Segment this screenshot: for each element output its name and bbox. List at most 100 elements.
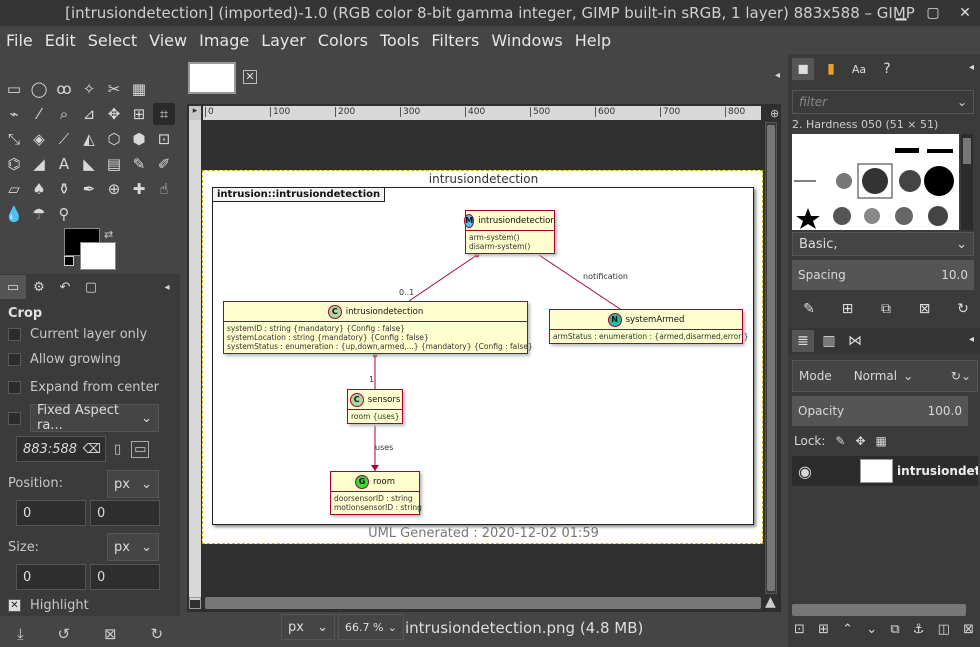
images-tab-icon[interactable]: ▢ (78, 275, 104, 299)
zoom-toggle-icon[interactable]: ⊕ (770, 107, 779, 120)
unified-transform-icon[interactable]: ⤡ (3, 128, 25, 150)
align-icon[interactable]: ⊞ (128, 103, 150, 125)
menu-file[interactable]: File (6, 31, 33, 50)
brush-grid[interactable] (792, 134, 959, 230)
image-tab-thumbnail[interactable] (188, 62, 236, 94)
free-select-icon[interactable]: ⌬ (3, 153, 25, 175)
menu-view[interactable]: View (149, 31, 187, 50)
duplicate-brush-icon[interactable]: ⧉ (875, 298, 897, 320)
flip-icon[interactable]: ◭ (78, 128, 100, 150)
position-x-input[interactable]: 0 (16, 500, 86, 526)
channels-tab-icon[interactable]: ▥ (818, 330, 840, 352)
paths-tab-icon[interactable]: ⋈ (844, 330, 866, 352)
quick-mask-icon[interactable] (189, 597, 201, 609)
allow-growing-option[interactable]: Allow growing (8, 352, 121, 367)
menu-windows[interactable]: Windows (491, 31, 562, 50)
dock-menu-icon[interactable]: ◂ (969, 62, 974, 73)
close-icon[interactable]: ✕ (956, 4, 974, 22)
lower-layer-icon[interactable]: ⌄ (866, 622, 877, 637)
mypaint-icon[interactable]: ✒ (78, 178, 100, 200)
delete-layer-icon[interactable]: ⊠ (963, 622, 974, 637)
refresh-brushes-icon[interactable]: ↻ (952, 298, 974, 320)
brushes-tab-icon[interactable]: ◼ (792, 58, 814, 80)
menu-image[interactable]: Image (199, 31, 249, 50)
dodge-burn-icon[interactable]: ⚲ (53, 203, 75, 225)
reset-colors-icon[interactable] (64, 256, 74, 266)
menu-colors[interactable]: Colors (318, 31, 368, 50)
lock-position-icon[interactable]: ✥ (855, 434, 865, 448)
dock-menu-icon[interactable]: ◂ (775, 70, 780, 81)
chevron-down-icon[interactable]: ⌄ (903, 369, 913, 383)
perspective-icon[interactable]: ⬢ (128, 128, 150, 150)
expand-from-center-option[interactable]: Expand from center (8, 380, 159, 395)
lasso-icon[interactable]: ꝏ (53, 78, 75, 100)
lock-alpha-icon[interactable]: ▦ (876, 434, 887, 448)
measure-icon[interactable]: ⊿ (78, 103, 100, 125)
scrollbar-thumb[interactable] (767, 125, 775, 591)
minimize-icon[interactable]: ▁ (892, 4, 910, 22)
vertical-scrollbar[interactable] (765, 122, 777, 594)
spacing-slider[interactable]: Spacing 10.0 (792, 260, 974, 290)
raise-layer-icon[interactable]: ⌃ (842, 622, 853, 637)
ruler-corner-icon[interactable]: ▸ (189, 106, 201, 120)
opacity-slider[interactable]: Opacity 100.0 (792, 396, 968, 426)
fill-icon[interactable]: ◣ (78, 153, 100, 175)
brush-filter-input[interactable]: filter ⌄ (792, 90, 974, 114)
current-layer-only-option[interactable]: Current layer only (8, 327, 147, 342)
unit-dropdown[interactable]: px ⌄ (281, 614, 335, 640)
clear-icon[interactable]: ⌫ (83, 442, 101, 457)
navigate-icon[interactable]: ▲ (765, 594, 776, 610)
menu-filters[interactable]: Filters (431, 31, 479, 50)
device-status-tab-icon[interactable]: ⚙ (26, 275, 52, 299)
paintbrush-icon[interactable]: ✐ (153, 153, 175, 175)
zoom-dropdown[interactable]: 66.7 % ⌄ (338, 614, 404, 640)
blur-icon[interactable]: 💧 (3, 203, 25, 225)
anchor-icon[interactable]: ⚓ (913, 622, 925, 637)
menu-help[interactable]: Help (575, 31, 611, 50)
airbrush-icon[interactable]: ♠ (28, 178, 50, 200)
dock-menu-icon[interactable]: ◂ (154, 275, 180, 299)
landscape-icon[interactable]: ▭ (131, 440, 150, 458)
size-width-input[interactable]: 0 (16, 564, 86, 590)
menu-tools[interactable]: Tools (380, 31, 419, 50)
delete-icon[interactable]: ⊠ (104, 625, 117, 643)
brush-preset-dropdown[interactable]: Basic, ⌄ (792, 232, 974, 256)
portrait-icon[interactable]: ▯ (114, 442, 121, 457)
visibility-eye-icon[interactable]: ◉ (798, 462, 812, 481)
undo-history-tab-icon[interactable]: ↶ (52, 275, 78, 299)
brush-scrollbar[interactable] (961, 134, 973, 230)
new-layer-icon[interactable]: ⊡ (794, 622, 805, 637)
size-unit-dropdown[interactable]: px ⌄ (107, 533, 159, 561)
mask-icon[interactable]: ◫ (938, 622, 950, 637)
class-main[interactable]: Mintrusiondetection arm-system() disarm-s… (464, 210, 556, 254)
checkbox[interactable] (8, 353, 21, 366)
dock-menu-icon[interactable]: ◂ (969, 334, 974, 345)
mode-switch-icon[interactable]: ↻⌄ (951, 369, 971, 383)
new-brush-icon[interactable]: ⊞ (837, 298, 859, 320)
text-icon[interactable]: A (53, 153, 75, 175)
checkbox[interactable]: ✕ (8, 599, 21, 612)
fonts-tab-icon[interactable]: Aa (848, 58, 870, 80)
paths-icon[interactable]: ⌁ (3, 103, 25, 125)
dodge-icon[interactable]: ☂ (28, 203, 50, 225)
gradient-icon[interactable]: ▤ (103, 153, 125, 175)
clone-icon[interactable]: ⊕ (103, 178, 125, 200)
shear-icon[interactable]: ⟋ (53, 128, 75, 150)
class-sensors[interactable]: Csensors room {uses} (347, 389, 403, 424)
class-room[interactable]: Groom doorsensorID : string motionsensorI… (330, 471, 422, 515)
swap-colors-icon[interactable]: ⇄ (104, 228, 113, 241)
position-unit-dropdown[interactable]: px ⌄ (107, 470, 159, 498)
reset-icon[interactable]: ↻ (150, 625, 163, 643)
tool-options-tab-icon[interactable]: ▭ (0, 275, 26, 299)
new-group-icon[interactable]: ⊞ (818, 622, 829, 637)
image-canvas[interactable]: intrusiondetection intrusion::intrusiond… (202, 170, 763, 544)
scissors-icon[interactable]: ✂ (103, 78, 125, 100)
mode-value[interactable]: Normal (854, 369, 897, 383)
background-color-swatch[interactable] (80, 242, 116, 270)
class-systemarmed[interactable]: NsystemArmed armStatus : enumeration : {… (549, 309, 749, 344)
lock-pixels-icon[interactable]: ✎ (835, 434, 845, 448)
highlight-option[interactable]: ✕ Highlight (8, 598, 89, 613)
color-picker-icon[interactable]: ⁄ (28, 103, 50, 125)
edit-brush-icon[interactable]: ✎ (798, 298, 820, 320)
foreground-select-icon[interactable]: ▦ (128, 78, 150, 100)
